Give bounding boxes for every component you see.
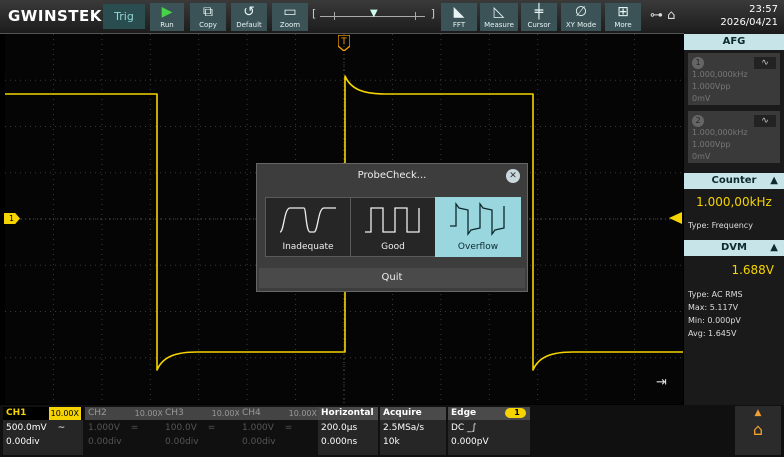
dvm-max: Max: 5.117V — [688, 303, 739, 312]
counter-type: Type: Frequency — [688, 221, 753, 230]
trigger-source-badge: 1 — [505, 408, 526, 418]
brand-logo: GWINSTEK — [8, 7, 102, 25]
afg1-number: 1 — [692, 57, 704, 69]
afg-channel-1[interactable]: 1 ∿ 1.000,000kHz 1.000Vpp 0mV — [688, 53, 780, 105]
afg1-amplitude: 1.000Vpp — [692, 82, 731, 91]
afg1-frequency: 1.000,000kHz — [692, 70, 748, 79]
more-button[interactable]: ⊞ More — [605, 3, 641, 31]
collapse-icon: ▲ — [770, 242, 778, 253]
zoom-button[interactable]: ▭ Zoom — [272, 3, 308, 31]
sine-wave-icon: ∿ — [754, 57, 776, 69]
collapse-icon: ▲ — [770, 175, 778, 186]
close-icon[interactable]: ✕ — [506, 169, 520, 183]
channel-1-panel[interactable]: CH1 10.00X 500.0mV ~ 0.00div — [3, 407, 83, 455]
horizontal-position-slider[interactable]: [ ▼ ] — [310, 7, 435, 25]
slider-left-bracket: [ — [312, 7, 317, 20]
channel-3-panel[interactable]: CH3 10.00X 100.0V = 0.00div — [162, 407, 242, 455]
horizontal-scale: 200.0µs — [321, 423, 358, 433]
xy-mode-button[interactable]: ∅ XY Mode — [561, 3, 601, 31]
clock-date: 2026/04/21 — [720, 17, 778, 28]
more-icon: ⊞ — [617, 4, 629, 20]
afg2-frequency: 1.000,000kHz — [692, 128, 748, 137]
inadequate-waveform-icon — [279, 207, 336, 233]
option-good[interactable]: Good — [350, 197, 436, 257]
reset-icon: ↺ — [243, 4, 255, 20]
afg-header[interactable]: AFG — [684, 34, 784, 50]
sample-rate: 2.5MSa/s — [383, 423, 425, 433]
counter-value: 1.000,00kHz — [696, 195, 772, 209]
exit-icon[interactable]: ⇥ — [656, 375, 667, 390]
dialog-title: ProbeCheck... — [357, 170, 427, 181]
acquire-panel[interactable]: Acquire 2.5MSa/s 10k — [380, 407, 446, 455]
afg2-amplitude: 1.000Vpp — [692, 140, 731, 149]
fft-button[interactable]: ◣ FFT — [441, 3, 477, 31]
cursor-icon: ╪ — [534, 4, 544, 20]
run-button[interactable]: ▶ Run — [150, 3, 184, 31]
copy-icon: ⧉ — [203, 4, 213, 20]
copy-button[interactable]: ⧉ Copy — [190, 3, 226, 31]
default-button[interactable]: ↺ Default — [231, 3, 267, 31]
trigger-status: Trig — [103, 4, 145, 29]
option-inadequate[interactable]: Inadequate — [265, 197, 351, 257]
xy-icon: ∅ — [574, 4, 588, 20]
option-overflow[interactable]: Overflow — [435, 197, 521, 257]
oscilloscope-screen: GWINSTEK Trig ▶ Run ⧉ Copy ↺ Default ▭ Z… — [0, 0, 784, 457]
good-waveform-icon — [365, 207, 420, 233]
record-length: 10k — [383, 437, 400, 447]
dvm-value: 1.688V — [731, 263, 774, 277]
probe-check-dialog: ProbeCheck... ✕ Inadequate Good Overflow… — [256, 163, 528, 292]
measure-icon: ◺ — [493, 4, 505, 20]
afg-channel-2[interactable]: 2 ∿ 1.000,000kHz 1.000Vpp 0mV — [688, 111, 780, 163]
zoom-icon: ▭ — [283, 4, 297, 20]
trigger-panel[interactable]: Edge 1 DC _∫ 0.000pV — [448, 407, 530, 455]
right-side-panel: AFG 1 ∿ 1.000,000kHz 1.000Vpp 0mV 2 ∿ 1.… — [684, 33, 784, 405]
afg2-offset: 0mV — [692, 152, 711, 161]
dvm-min: Min: 0.000pV — [688, 316, 741, 325]
dvm-avg: Avg: 1.645V — [688, 329, 737, 338]
rising-edge-icon: _∫ — [467, 423, 477, 433]
measure-button[interactable]: ◺ Measure — [480, 3, 518, 31]
slider-handle[interactable]: ▼ — [370, 8, 378, 19]
horizontal-panel[interactable]: Horizontal 200.0µs 0.000ns — [318, 407, 378, 455]
counter-header[interactable]: Counter ▲ — [684, 173, 784, 189]
quit-button[interactable]: Quit — [259, 268, 525, 288]
clock-time: 23:57 — [749, 4, 778, 15]
sine-wave-icon: ∿ — [754, 115, 776, 127]
trigger-level-marker[interactable] — [669, 212, 682, 224]
chevron-up-icon: ▲ — [754, 408, 762, 418]
trigger-position-marker[interactable]: T — [337, 34, 351, 52]
channel-4-panel[interactable]: CH4 10.00X 1.000V = 0.00div — [239, 407, 319, 455]
trigger-level: 0.000pV — [451, 437, 489, 447]
dvm-type: Type: AC RMS — [688, 290, 743, 299]
overflow-waveform-icon — [450, 202, 505, 236]
bottom-status-bar: CH1 10.00X 500.0mV ~ 0.00div CH2 10.00X 1.… — [0, 405, 784, 457]
fft-icon: ◣ — [453, 4, 465, 20]
network-icon: ⊶ ⌂ — [650, 8, 676, 23]
trigger-coupling: DC — [451, 423, 465, 433]
home-icon: ⌂ — [752, 420, 764, 439]
clock: 23:57 2026/04/21 — [706, 3, 778, 29]
slider-right-bracket: ] — [430, 7, 435, 20]
channel-2-panel[interactable]: CH2 10.00X 1.000V = 0.00div — [85, 407, 165, 455]
cursor-button[interactable]: ╪ Cursor — [521, 3, 557, 31]
home-button[interactable]: ▲ ⌂ — [735, 406, 781, 455]
top-toolbar: GWINSTEK Trig ▶ Run ⧉ Copy ↺ Default ▭ Z… — [0, 0, 784, 34]
play-icon: ▶ — [161, 4, 173, 20]
afg1-offset: 0mV — [692, 94, 711, 103]
afg2-number: 2 — [692, 115, 704, 127]
dvm-header[interactable]: DVM ▲ — [684, 240, 784, 256]
horizontal-position: 0.000ns — [321, 437, 358, 447]
